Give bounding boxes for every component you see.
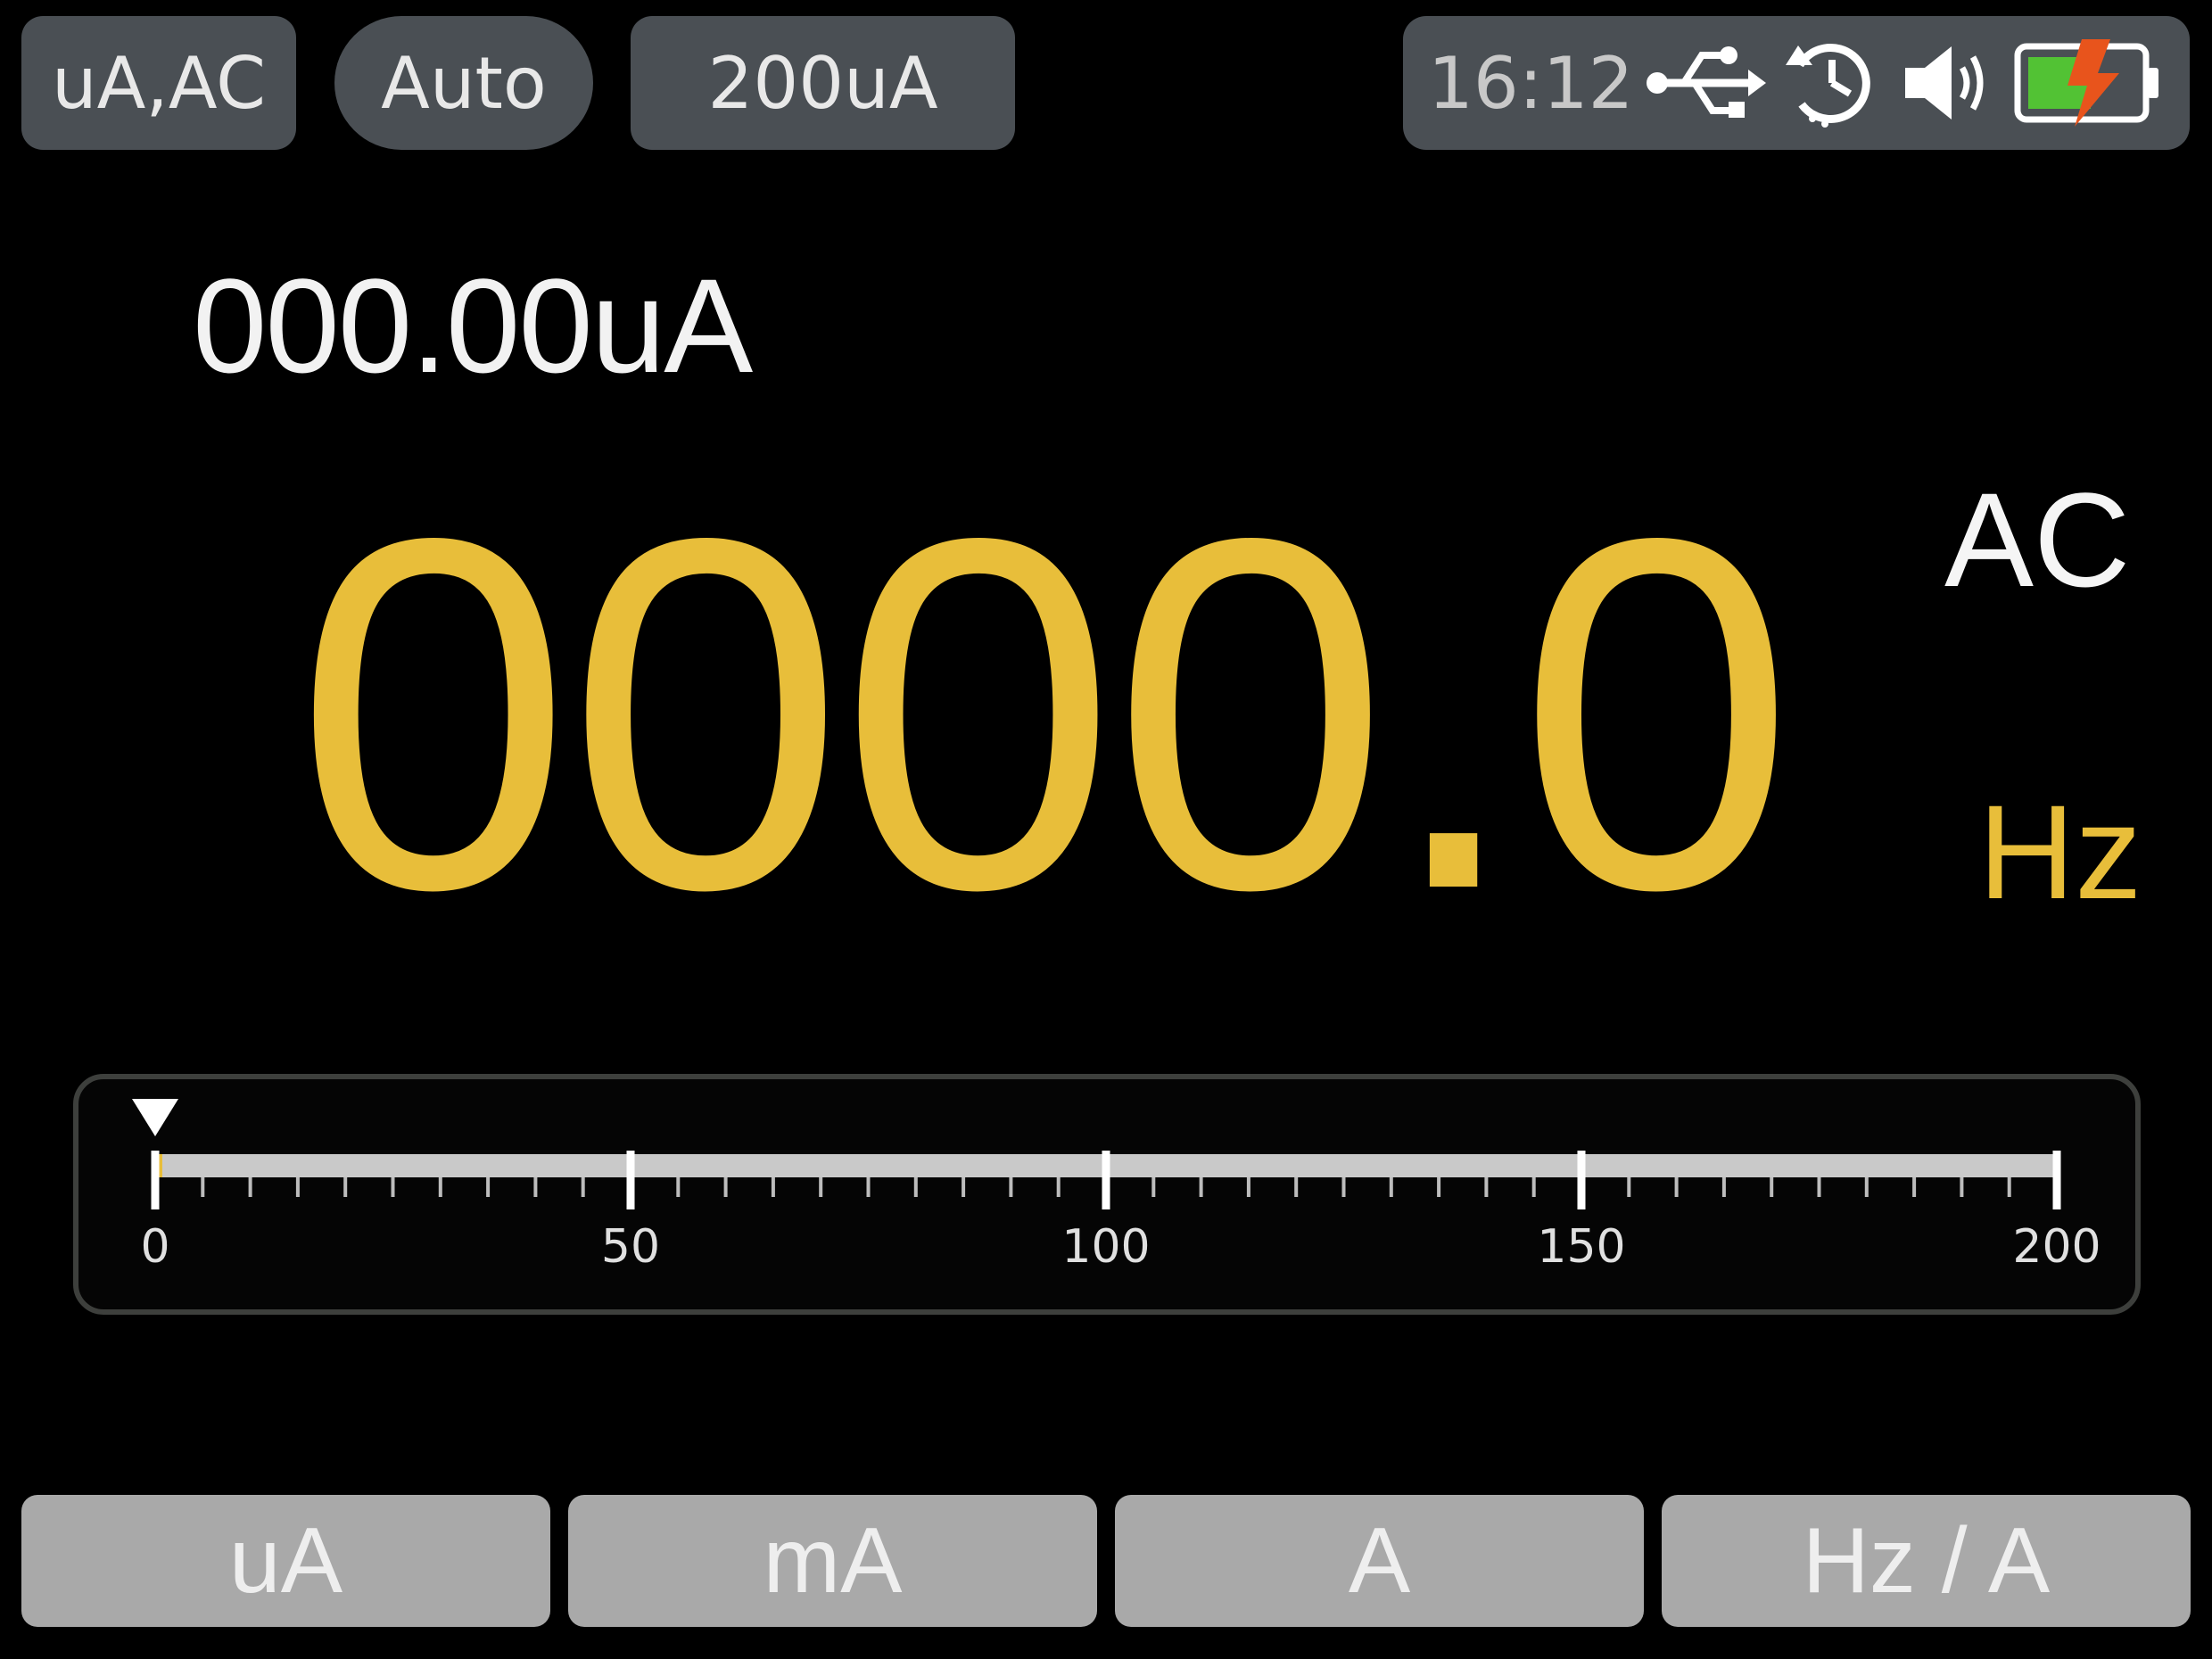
bar-graph-pointer: [132, 1099, 178, 1136]
function-key-label: mA: [763, 1508, 903, 1613]
function-key-ma[interactable]: mA: [568, 1495, 1097, 1627]
status-bar: 16:12: [1403, 16, 2190, 150]
usb-icon: [1646, 46, 1766, 118]
bar-graph-tick-label: 0: [140, 1220, 170, 1274]
clock-time: 16:12: [1428, 41, 1634, 125]
range-label: 200uA: [707, 41, 938, 125]
function-key-ua[interactable]: uA: [21, 1495, 550, 1627]
auto-range-button[interactable]: Auto: [334, 16, 593, 150]
secondary-reading: 000.00uA: [193, 251, 753, 400]
bar-graph-tick-label: 100: [1061, 1220, 1151, 1274]
auto-range-label: Auto: [381, 41, 547, 125]
function-key-label: Hz / A: [1802, 1508, 2051, 1613]
function-key-hz-a[interactable]: Hz / A: [1662, 1495, 2191, 1627]
function-key-label: uA: [228, 1508, 343, 1613]
analog-bar-graph: [73, 1074, 2141, 1315]
primary-reading: 0000.0: [294, 434, 1795, 993]
bar-graph-tick-label: 150: [1537, 1220, 1626, 1274]
speaker-volume-icon: [1904, 46, 1984, 120]
auto-power-off-timer-icon: [1785, 43, 1870, 128]
coupling-indicator: AC: [1944, 465, 2131, 615]
bar-graph-tick-label: 50: [600, 1220, 661, 1274]
function-key-a[interactable]: A: [1115, 1495, 1644, 1627]
measurement-mode-indicator: uA,AC: [21, 16, 296, 150]
bar-graph-scale: [132, 1099, 2061, 1209]
function-key-label: A: [1348, 1508, 1411, 1613]
bar-graph-tick-label: 200: [2012, 1220, 2101, 1274]
battery-charging-icon: [2014, 39, 2158, 127]
range-indicator: 200uA: [631, 16, 1015, 150]
primary-unit: Hz: [1978, 777, 2142, 927]
measurement-mode-label: uA,AC: [51, 41, 267, 125]
